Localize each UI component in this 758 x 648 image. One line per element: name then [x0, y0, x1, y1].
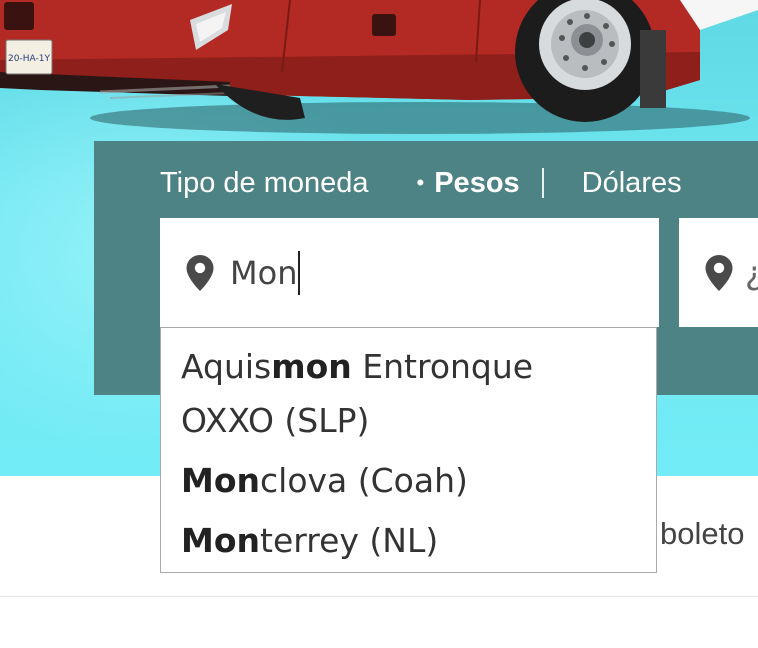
currency-divider: [541, 168, 544, 198]
text-cursor: [298, 250, 301, 295]
option-prefix: Aquis: [181, 347, 272, 386]
origin-input[interactable]: Mon: [230, 250, 301, 295]
section-divider: [0, 596, 758, 597]
autocomplete-list: Aquismon Entronque OXXO (SLP) Monclova (…: [160, 327, 657, 573]
license-plate-text: 20-HA-1Y: [8, 54, 50, 64]
origin-field[interactable]: Mon: [160, 218, 659, 327]
autocomplete-option[interactable]: Monclova (Coah): [181, 455, 636, 507]
origin-input-text: Mon: [230, 253, 298, 292]
partial-text: boleto: [660, 516, 745, 551]
destination-input[interactable]: ¿: [745, 254, 758, 292]
currency-option-pesos[interactable]: Pesos: [434, 167, 519, 200]
selected-bullet-icon: •: [416, 170, 425, 195]
bus-illustration: 20-HA-1Y: [0, 0, 758, 134]
autocomplete-option[interactable]: Aquismon Entronque OXXO (SLP): [181, 340, 636, 448]
option-match: mon: [271, 347, 352, 386]
destination-field[interactable]: ¿: [679, 218, 758, 327]
option-match: Mon: [181, 521, 261, 560]
option-match: Mon: [181, 461, 261, 500]
location-pin-icon: [186, 254, 214, 291]
page: 20-HA-1Y Tipo de moneda • Pesos Dólares …: [0, 0, 758, 648]
option-suffix: terrey (NL): [260, 521, 439, 560]
currency-option-dolares[interactable]: Dólares: [582, 167, 682, 200]
currency-selector: Tipo de moneda • Pesos Dólares: [160, 163, 682, 203]
location-pin-icon: [705, 254, 733, 291]
autocomplete-option[interactable]: Monterrey (NL): [181, 515, 636, 567]
currency-label: Tipo de moneda: [160, 166, 369, 199]
option-suffix: clova (Coah): [260, 461, 468, 500]
